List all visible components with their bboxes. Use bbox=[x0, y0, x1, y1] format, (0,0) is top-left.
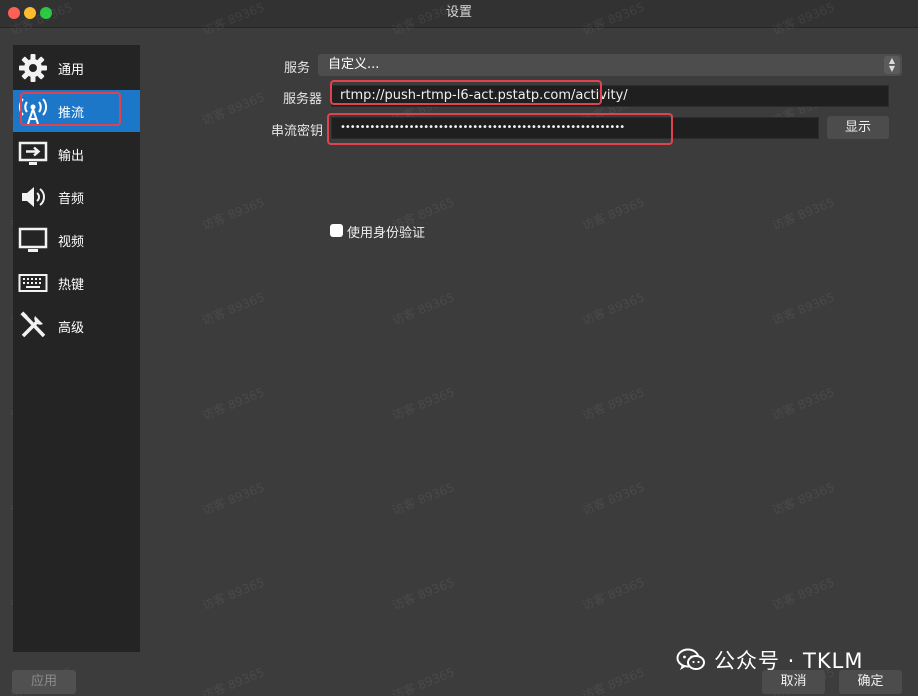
watermark-text: 访客 89365 bbox=[199, 480, 267, 518]
chevron-up-down-icon: ▲ ▼ bbox=[884, 56, 900, 74]
sidebar-item-label: 热键 bbox=[58, 277, 85, 293]
title-bar: 设置 bbox=[0, 0, 918, 28]
server-label: 服务器 bbox=[282, 92, 322, 107]
watermark-text: 访客 89365 bbox=[769, 385, 837, 423]
keyboard-icon bbox=[17, 267, 49, 299]
watermark-text: 访客 89365 bbox=[579, 575, 647, 613]
tools-icon bbox=[17, 310, 49, 342]
window-title: 设置 bbox=[445, 5, 472, 20]
sidebar-item-output[interactable]: 输出 bbox=[13, 133, 140, 175]
settings-sidebar: 通用 推流 输出 音频 视频 热键 高级 bbox=[13, 45, 140, 652]
service-label: 服务 bbox=[283, 61, 310, 76]
watermark-text: 访客 89365 bbox=[769, 575, 837, 613]
watermark-text: 访客 89365 bbox=[199, 290, 267, 328]
gear-icon bbox=[17, 52, 49, 84]
watermark-text: 访客 89365 bbox=[389, 480, 457, 518]
use-authentication-label: 使用身份验证 bbox=[347, 226, 426, 241]
stream-key-masked-value: ••••••••••••••••••••••••••••••••••••••••… bbox=[340, 122, 625, 133]
sidebar-item-label: 视频 bbox=[58, 234, 85, 250]
watermark-text: 访客 89365 bbox=[579, 665, 647, 696]
apply-button[interactable]: 应用 bbox=[12, 670, 76, 694]
server-input-value: rtmp://push-rtmp-l6-act.pstatp.com/activ… bbox=[340, 88, 628, 103]
brand-text: 公众号 · TKLM bbox=[714, 649, 864, 673]
sidebar-item-advanced[interactable]: 高级 bbox=[13, 305, 140, 347]
wechat-icon bbox=[676, 648, 705, 670]
watermark-text: 访客 89365 bbox=[579, 385, 647, 423]
broadcast-tower-icon bbox=[17, 95, 49, 127]
watermark-text: 访客 89365 bbox=[579, 480, 647, 518]
stream-key-input[interactable]: ••••••••••••••••••••••••••••••••••••••••… bbox=[331, 117, 819, 139]
output-monitor-icon bbox=[17, 138, 49, 170]
watermark-text: 访客 89365 bbox=[579, 290, 647, 328]
speaker-icon bbox=[17, 181, 49, 213]
watermark-text: 访客 89365 bbox=[199, 385, 267, 423]
watermark-text: 访客 89365 bbox=[769, 480, 837, 518]
sidebar-item-audio[interactable]: 音频 bbox=[13, 176, 140, 218]
sidebar-item-label: 高级 bbox=[58, 320, 85, 336]
sidebar-item-general[interactable]: 通用 bbox=[13, 47, 140, 89]
watermark-text: 访客 89365 bbox=[389, 575, 457, 613]
watermark-text: 访客 89365 bbox=[579, 195, 647, 233]
sidebar-item-label: 推流 bbox=[58, 105, 85, 121]
watermark-text: 访客 89365 bbox=[389, 665, 457, 696]
use-authentication-checkbox[interactable] bbox=[330, 224, 343, 237]
watermark-text: 访客 89365 bbox=[199, 195, 267, 233]
service-select[interactable]: 自定义... ▲ ▼ bbox=[318, 54, 902, 76]
watermark-text: 访客 89365 bbox=[199, 575, 267, 613]
wechat-brand-overlay: 公众号 · TKLM bbox=[676, 646, 863, 674]
server-input[interactable]: rtmp://push-rtmp-l6-act.pstatp.com/activ… bbox=[331, 85, 889, 107]
sidebar-item-hotkeys[interactable]: 热键 bbox=[13, 262, 140, 304]
sidebar-item-stream[interactable]: 推流 bbox=[13, 90, 140, 132]
sidebar-item-label: 输出 bbox=[58, 148, 85, 164]
watermark-text: 访客 89365 bbox=[769, 195, 837, 233]
stream-key-label: 串流密钥 bbox=[270, 124, 323, 139]
watermark-text: 访客 89365 bbox=[199, 90, 267, 128]
watermark-text: 访客 89365 bbox=[389, 385, 457, 423]
watermark-text: 访客 89365 bbox=[769, 290, 837, 328]
watermark-text: 访客 89365 bbox=[199, 665, 267, 696]
watermark-text: 访客 89365 bbox=[389, 290, 457, 328]
show-key-button[interactable]: 显示 bbox=[827, 116, 889, 139]
sidebar-item-label: 通用 bbox=[58, 62, 85, 78]
monitor-icon bbox=[17, 224, 49, 256]
sidebar-item-video[interactable]: 视频 bbox=[13, 219, 140, 261]
service-select-value: 自定义... bbox=[328, 57, 380, 72]
sidebar-item-label: 音频 bbox=[58, 191, 85, 207]
